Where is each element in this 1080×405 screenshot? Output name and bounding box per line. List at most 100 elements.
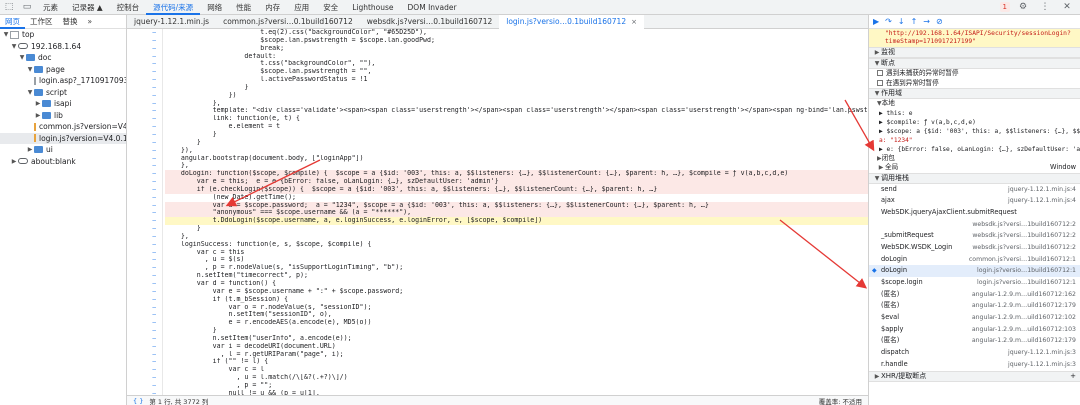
scope-variable[interactable]: ▶ $compile: ƒ v(a,b,c,d,e) <box>869 118 1080 127</box>
line-number-marker[interactable]: – <box>127 249 162 257</box>
scope-variable[interactable]: ▶ e: {bError: false, oLanLogin: {…}, szD… <box>869 145 1080 154</box>
call-frame[interactable]: (匿名) angular-1.2.9.m…uild160712:179 <box>869 335 1080 347</box>
frame-location[interactable]: jquery-1.12.1.min.js:3 <box>1008 359 1076 371</box>
call-frame[interactable]: (匿名) angular-1.2.9.m…uild160712:162 <box>869 289 1080 301</box>
more-icon[interactable]: ⋮ <box>1036 0 1054 14</box>
line-number-marker[interactable]: – <box>127 351 162 359</box>
resume-icon[interactable]: ▶ <box>873 17 879 26</box>
expand-icon[interactable]: ▶ <box>10 156 18 168</box>
line-number-marker[interactable]: – <box>127 382 162 390</box>
panel-tab[interactable]: 源代码/来源 <box>146 0 201 15</box>
line-number-marker[interactable]: – <box>127 241 162 249</box>
tree-item[interactable]: ▼ doc <box>0 52 126 64</box>
step-into-icon[interactable]: ↓ <box>898 17 905 26</box>
expand-icon[interactable]: ▼ <box>26 87 34 99</box>
format-icon[interactable]: { } <box>133 397 143 405</box>
line-number-marker[interactable]: – <box>127 343 162 351</box>
line-number-marker[interactable]: – <box>127 288 162 296</box>
frame-location[interactable]: websdk.js?versi…1build160712:2 <box>972 242 1076 254</box>
panel-tab[interactable]: DOM Invader <box>401 0 464 15</box>
expand-icon[interactable]: ▼ <box>18 52 26 64</box>
gear-icon[interactable]: ⚙ <box>1014 0 1032 14</box>
tree-item[interactable]: ▼ top <box>0 29 126 41</box>
line-number-marker[interactable]: – <box>127 100 162 108</box>
line-number-marker[interactable]: – <box>127 217 162 225</box>
call-frame[interactable]: send jquery-1.12.1.min.js:4 <box>869 184 1080 196</box>
editor-tab[interactable]: login.js?versio…0.1build160712 × <box>499 14 644 29</box>
line-number-marker[interactable]: – <box>127 162 162 170</box>
closure-scope[interactable]: ▶闭包 <box>869 154 1080 164</box>
frame-location[interactable]: angular-1.2.9.m…uild160712:103 <box>972 324 1076 336</box>
line-number-marker[interactable]: – <box>127 68 162 76</box>
line-number-marker[interactable]: – <box>127 280 162 288</box>
expand-icon[interactable]: ▼ <box>2 29 10 41</box>
navigator-tab[interactable]: 网页 <box>0 15 25 29</box>
frame-location[interactable]: angular-1.2.9.m…uild160712:162 <box>972 289 1076 301</box>
line-number-marker[interactable]: – <box>127 131 162 139</box>
call-frame[interactable]: (匿名) angular-1.2.9.m…uild160712:179 <box>869 300 1080 312</box>
panel-tab[interactable]: Lighthouse <box>345 0 400 15</box>
issues-badge[interactable]: 1 <box>999 2 1010 12</box>
call-frame[interactable]: WebSDK.jqueryAjaxClient.submitRequest <box>869 207 1080 219</box>
call-frame[interactable]: websdk.js?versi…1build160712:2 <box>869 219 1080 231</box>
tree-item[interactable]: ▼ 192.168.1.64 <box>0 41 126 53</box>
line-number-marker[interactable]: – <box>127 272 162 280</box>
expand-icon[interactable]: ▶ <box>26 144 34 156</box>
panel-tab[interactable]: 应用 <box>287 0 316 15</box>
line-number-marker[interactable]: – <box>127 37 162 45</box>
panel-tab[interactable]: 网络 <box>200 0 229 15</box>
inspect-icon[interactable]: ⬚ <box>0 0 18 14</box>
call-frame[interactable]: dispatch jquery-1.12.1.min.js:3 <box>869 347 1080 359</box>
checkbox[interactable] <box>877 79 883 86</box>
frame-location[interactable]: jquery-1.12.1.min.js:4 <box>1008 195 1076 207</box>
call-frame[interactable]: $apply angular-1.2.9.m…uild160712:103 <box>869 324 1080 336</box>
scope-section[interactable]: ▼ 作用域 <box>869 88 1080 99</box>
close-icon[interactable]: ✕ <box>1058 0 1076 14</box>
step-icon[interactable]: → <box>923 17 930 26</box>
line-number-marker[interactable]: – <box>127 327 162 335</box>
tree-item[interactable]: ▼ script <box>0 87 126 99</box>
panel-tab[interactable]: 元素 <box>36 0 65 15</box>
line-number-marker[interactable]: – <box>127 296 162 304</box>
panel-tab[interactable]: 性能 <box>229 0 258 15</box>
scope-variable[interactable]: ▶ $scope: a {$id: '003', this: a, $$list… <box>869 127 1080 136</box>
line-number-marker[interactable]: – <box>127 374 162 382</box>
call-frame[interactable]: _submitRequest websdk.js?versi…1build1607… <box>869 230 1080 242</box>
tree-item[interactable]: login.js?version=V4.0.1b <box>0 132 126 144</box>
frame-location[interactable]: common.js?versi…1build160712:1 <box>969 254 1076 266</box>
line-number-marker[interactable]: – <box>127 366 162 374</box>
frame-location[interactable]: angular-1.2.9.m…uild160712:179 <box>972 300 1076 312</box>
line-number-marker[interactable]: – <box>127 123 162 131</box>
line-number-marker[interactable]: – <box>127 304 162 312</box>
scope-variable[interactable]: a: "1234" <box>869 136 1080 145</box>
step-over-icon[interactable]: ↷ <box>885 17 892 26</box>
line-number-marker[interactable]: – <box>127 115 162 123</box>
line-number-marker[interactable]: – <box>127 29 162 37</box>
checkbox[interactable] <box>877 70 883 76</box>
deactivate-breakpoints-icon[interactable]: ⊘ <box>936 17 943 26</box>
frame-location[interactable]: angular-1.2.9.m…uild160712:179 <box>972 335 1076 347</box>
line-number-marker[interactable]: – <box>127 155 162 163</box>
callstack-section[interactable]: ▼ 调用堆栈 <box>869 172 1080 184</box>
line-number-marker[interactable]: – <box>127 335 162 343</box>
tree-item[interactable]: ▶ about:blank <box>0 156 126 168</box>
line-number-marker[interactable]: – <box>127 45 162 53</box>
line-number-marker[interactable]: – <box>127 60 162 68</box>
line-number-marker[interactable]: – <box>127 209 162 217</box>
panel-tab[interactable]: 内存 <box>258 0 287 15</box>
line-gutter[interactable]: – – – – – – – – – – – – – – – – – – – – – – – – – – – – – – – – – – – – – – – –… <box>127 29 163 395</box>
line-number-marker[interactable]: – <box>127 225 162 233</box>
line-number-marker[interactable]: – <box>127 358 162 366</box>
pause-caught-option[interactable]: 在遇到异常时暂停 <box>869 79 1080 89</box>
frame-location[interactable]: login.js?versio…1build160712:1 <box>977 277 1076 289</box>
breakpoints-section[interactable]: ▼ 断点 <box>869 58 1080 69</box>
panel-tab[interactable]: 记录器 ▲ <box>65 0 110 15</box>
navigator-tab[interactable]: 工作区 <box>25 15 58 29</box>
navigator-tab[interactable]: 替换 <box>58 15 83 29</box>
tree-item[interactable]: common.js?version=V4.0 <box>0 121 126 133</box>
line-number-marker[interactable]: – <box>127 186 162 194</box>
expand-icon[interactable]: ▶ <box>34 110 42 122</box>
line-number-marker[interactable]: – <box>127 92 162 100</box>
local-scope-header[interactable]: ▼本地 <box>869 99 1080 109</box>
line-number-marker[interactable]: – <box>127 319 162 327</box>
